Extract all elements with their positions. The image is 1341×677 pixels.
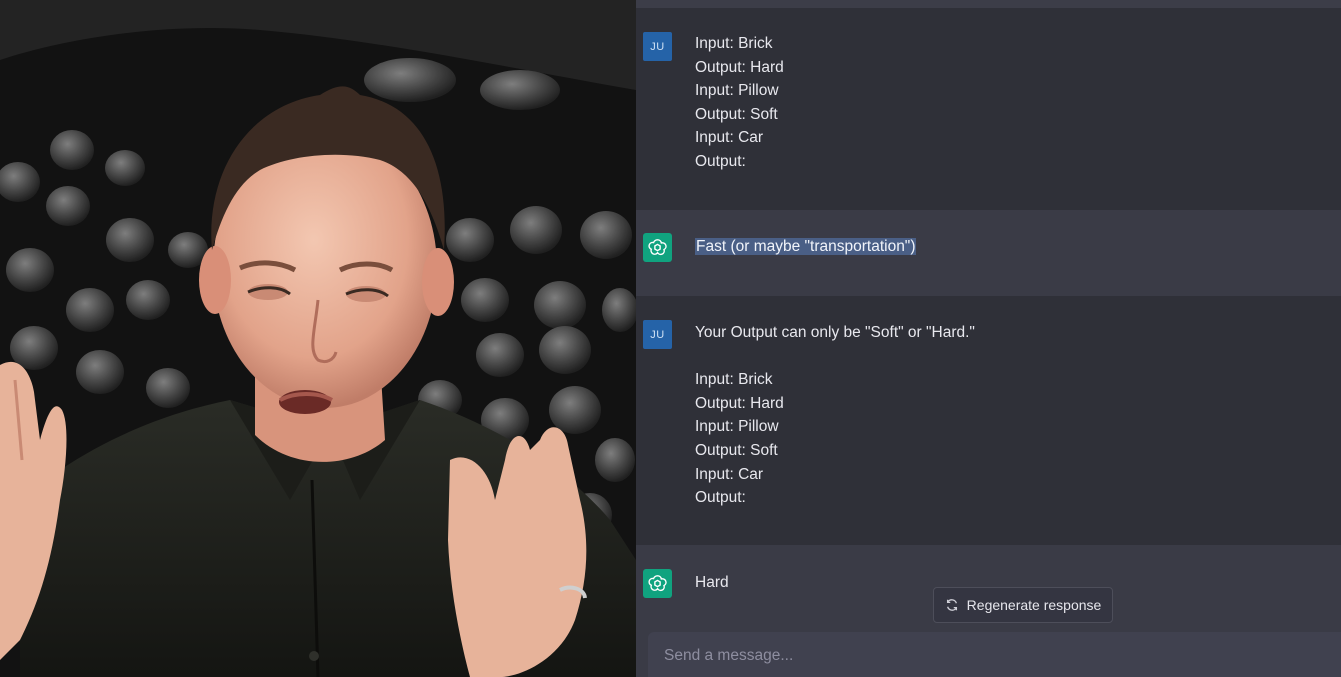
message-line: Hard [695, 574, 729, 591]
message-line: Output: Soft [695, 105, 778, 123]
openai-logo-icon [643, 569, 672, 598]
message-line: Input: Pillow [695, 82, 779, 100]
message-line: Output: [695, 152, 746, 170]
message-line: Input: Car [695, 129, 764, 147]
regenerate-response-button[interactable]: Regenerate response [933, 587, 1113, 623]
user-avatar: JU [643, 32, 672, 61]
message-blank-line [695, 345, 975, 369]
selected-text: Fast (or maybe "transportation") [695, 238, 917, 255]
user-message-1: JU Input: Brick Output: Hard Input: Pill… [636, 8, 1341, 210]
message-line: Your Output can only be "Soft" or "Hard.… [695, 324, 975, 341]
message-line: Output: Hard [695, 394, 784, 412]
regenerate-label: Regenerate response [966, 597, 1102, 613]
chat-panel: JU Input: Brick Output: Hard Input: Pill… [636, 0, 1341, 677]
user-message-1-text: Input: Brick Output: Hard Input: Pillow … [695, 32, 784, 174]
message-line: Input: Car [695, 465, 764, 483]
assistant-message-1: Fast (or maybe "transportation") [636, 210, 1341, 476]
webcam-video [0, 0, 636, 677]
message-input[interactable] [662, 644, 1266, 668]
user-message-2: JU Your Output can only be "Soft" or "Ha… [636, 296, 1341, 545]
message-line: Output: Soft [695, 441, 778, 459]
presenter-video-frame [0, 0, 636, 677]
message-line: Input: Brick [695, 35, 773, 52]
message-input-bar [648, 632, 1341, 677]
user-avatar: JU [643, 320, 672, 349]
message-line: Output: Hard [695, 58, 784, 76]
assistant-message-2-text: Hard [695, 571, 729, 595]
assistant-message-1-text: Fast (or maybe "transportation") [695, 235, 917, 259]
user-message-2-text: Your Output can only be "Soft" or "Hard.… [695, 321, 975, 510]
message-line: Output: [695, 489, 746, 507]
refresh-icon [946, 599, 957, 611]
chat-top-strip [636, 0, 1341, 8]
message-line: Fast (or maybe "transportation") [695, 235, 917, 259]
message-line: Input: Pillow [695, 418, 779, 436]
openai-logo-icon [643, 233, 672, 262]
message-line: Input: Brick [695, 371, 773, 389]
